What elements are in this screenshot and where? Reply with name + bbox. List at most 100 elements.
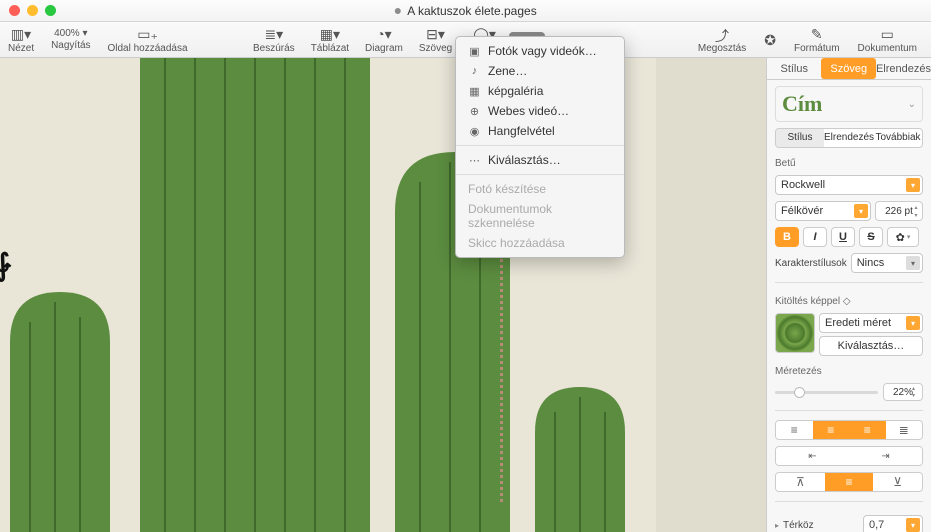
chart-label: Diagram xyxy=(365,43,403,54)
view-button[interactable]: ▥▾ Nézet xyxy=(0,26,42,54)
media-menu: ▣ Fotók vagy videók… ♪Zene… ▦ képgaléria ⊕… xyxy=(455,36,625,258)
paragraph-style-value: Cím xyxy=(782,91,822,117)
underline-button[interactable]: U xyxy=(831,227,855,247)
indent-button[interactable]: ⇥ xyxy=(849,447,922,465)
menu-item-label: Hangfelvétel xyxy=(488,124,555,138)
tab-arrange[interactable]: Elrendezés xyxy=(876,58,931,79)
chart-button[interactable]: ◔▾ Diagram xyxy=(357,26,411,54)
outdent-button[interactable]: ⇤ xyxy=(776,447,849,465)
subtab-style[interactable]: Stílus xyxy=(776,129,824,147)
disclosure-icon: ▸ xyxy=(775,521,779,530)
spacing-value: 0,7 xyxy=(869,519,884,531)
gallery-icon: ▦ xyxy=(468,85,481,98)
align-left-button[interactable]: ≡ xyxy=(776,421,813,439)
valign-bottom-button[interactable]: ⊻ xyxy=(873,473,922,491)
charstyles-value: Nincs xyxy=(857,257,885,269)
strike-button[interactable]: S xyxy=(859,227,883,247)
format-inspector: Stílus Szöveg Elrendezés Cím ⌄ Stílus El… xyxy=(766,58,931,532)
fill-choose-button[interactable]: Kiválasztás… xyxy=(819,336,923,356)
dropdown-icon: ▾ xyxy=(906,178,920,192)
align-justify-button[interactable]: ≣ xyxy=(886,421,923,439)
table-label: Táblázat xyxy=(311,43,349,54)
slider-knob[interactable] xyxy=(794,387,805,398)
menu-item-label: Kiválasztás… xyxy=(488,153,561,167)
scale-stepper[interactable]: 22% ▴▾ xyxy=(883,383,923,401)
document-button[interactable]: ▭ Dokumentum xyxy=(850,26,925,54)
menu-item-label: Webes videó… xyxy=(488,104,569,118)
tab-style[interactable]: Stílus xyxy=(767,58,821,79)
document-canvas[interactable]: ⨑ xyxy=(0,58,766,532)
menu-item-label: Zene… xyxy=(488,64,527,78)
share-icon: ⤴ xyxy=(715,26,729,42)
share-label: Megosztás xyxy=(698,43,746,54)
window-controls xyxy=(0,5,56,16)
zoom-icon[interactable] xyxy=(45,5,56,16)
fill-thumbnail[interactable] xyxy=(775,313,815,353)
photos-icon: ▣ xyxy=(468,45,481,58)
table-button[interactable]: ▦▾ Táblázat xyxy=(303,26,357,54)
paragraph-style-select[interactable]: Cím ⌄ xyxy=(775,86,923,122)
chevron-down-icon: ▾ xyxy=(907,233,911,241)
zoom-label: Nagyítás xyxy=(51,40,90,51)
font-size-stepper[interactable]: 226 pt ▴▾ xyxy=(875,201,923,221)
dropdown-icon: ▾ xyxy=(906,256,920,270)
fill-section-label: Kitöltés képpel ◇ xyxy=(775,296,923,307)
scale-label: Méretezés xyxy=(775,366,923,377)
view-label: Nézet xyxy=(8,43,34,54)
font-size-value: 226 pt xyxy=(885,206,913,217)
add-page-button[interactable]: ▭₊ Oldal hozzáadása xyxy=(100,26,196,54)
italic-button[interactable]: I xyxy=(803,227,827,247)
menu-item-gallery[interactable]: ▦ képgaléria xyxy=(456,81,624,101)
minimize-icon[interactable] xyxy=(27,5,38,16)
tips-button[interactable]: ✪ xyxy=(756,32,784,48)
subtab-layout[interactable]: Elrendezés xyxy=(824,129,874,147)
menu-item-choose[interactable]: ⋯ Kiválasztás… xyxy=(456,150,624,170)
charstyles-select[interactable]: Nincs ▾ xyxy=(851,253,923,273)
share-button[interactable]: ⤴ Megosztás xyxy=(690,26,754,54)
inspector-main-tabs: Stílus Szöveg Elrendezés xyxy=(767,58,931,80)
align-right-button[interactable]: ≡ xyxy=(849,421,886,439)
close-icon[interactable] xyxy=(9,5,20,16)
view-icon: ▥▾ xyxy=(11,26,31,42)
spacing-select[interactable]: 0,7 ▾ xyxy=(863,515,923,532)
menu-item-label: képgaléria xyxy=(488,84,543,98)
zoom-button[interactable]: 400% ▾ Nagyítás xyxy=(42,28,99,51)
add-page-label: Oldal hozzáadása xyxy=(108,43,188,54)
valign-top-button[interactable]: ⊼ xyxy=(776,473,825,491)
spacing-disclosure[interactable]: ▸ Térköz 0,7 ▾ xyxy=(775,515,923,532)
window-title: A kaktuszok élete.pages xyxy=(394,4,536,18)
spacing-label: Térköz xyxy=(783,520,814,531)
align-center-button[interactable]: ≡ xyxy=(813,421,850,439)
font-family-select[interactable]: Rockwell ▾ xyxy=(775,175,923,195)
valign-middle-button[interactable]: ≡ xyxy=(825,473,874,491)
text-button[interactable]: ⊟▾ Szöveg xyxy=(411,26,460,54)
menu-item-music[interactable]: ♪Zene… xyxy=(456,61,624,81)
document-label: Dokumentum xyxy=(858,43,917,54)
horizontal-align-segment: ≡ ≡ ≡ ≣ xyxy=(775,420,923,440)
table-icon: ▦▾ xyxy=(320,26,340,42)
tab-text[interactable]: Szöveg xyxy=(821,58,875,79)
window-titlebar: A kaktuszok élete.pages xyxy=(0,0,931,22)
choose-icon: ⋯ xyxy=(468,154,481,167)
scale-value: 22% xyxy=(893,387,913,398)
tips-icon: ✪ xyxy=(764,32,776,48)
dropdown-icon: ▾ xyxy=(906,316,920,330)
menu-item-label: Fotó készítése xyxy=(468,182,546,196)
subtab-more[interactable]: Továbbiak xyxy=(874,129,922,147)
menu-item-photos[interactable]: ▣ Fotók vagy videók… xyxy=(456,41,624,61)
font-weight-select[interactable]: Félkövér ▾ xyxy=(775,201,871,221)
insert-label: Beszúrás xyxy=(253,43,295,54)
menu-item-audio[interactable]: ◉Hangfelvétel xyxy=(456,121,624,141)
bold-button[interactable]: B xyxy=(775,227,799,247)
menu-item-label: Fotók vagy videók… xyxy=(488,44,597,58)
menu-item-webvideo[interactable]: ⊕Webes videó… xyxy=(456,101,624,121)
format-button[interactable]: ✎ Formátum xyxy=(786,26,848,54)
text-label: Szöveg xyxy=(419,43,452,54)
insert-button[interactable]: ≣▾ Beszúrás xyxy=(245,26,303,54)
scale-slider[interactable] xyxy=(775,391,878,394)
menu-item-takephoto: Fotó készítése xyxy=(456,179,624,199)
fill-mode-select[interactable]: Eredeti méret ▾ xyxy=(819,313,923,333)
menu-item-label: Dokumentumok szkennelése xyxy=(468,202,612,230)
text-style-buttons: B I U S xyxy=(775,227,883,247)
advanced-button[interactable]: ✿▾ xyxy=(887,227,919,247)
